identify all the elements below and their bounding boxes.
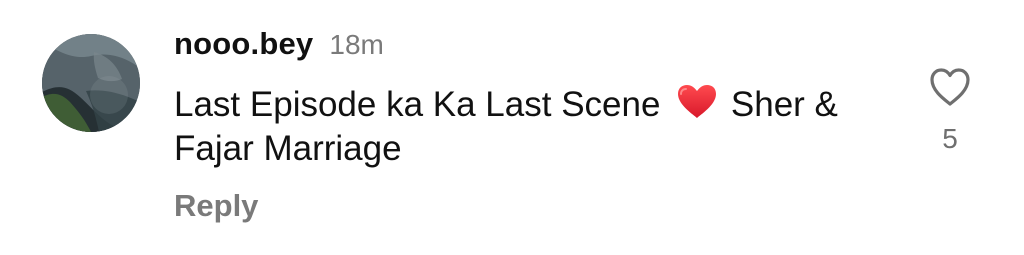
username[interactable]: nooo.bey bbox=[174, 26, 313, 62]
comment-timestamp: 18m bbox=[329, 29, 384, 60]
comment-text-before-emoji: Last Episode ka Ka Last Scene bbox=[174, 85, 661, 124]
like-count: 5 bbox=[942, 123, 958, 154]
like-button[interactable] bbox=[928, 67, 972, 107]
user-avatar[interactable] bbox=[42, 34, 140, 132]
heart-outline-icon bbox=[930, 68, 970, 106]
comment-text: Last Episode ka Ka Last Scene Sher & Faj… bbox=[174, 83, 874, 171]
avatar-image bbox=[42, 34, 140, 132]
reply-button[interactable]: Reply bbox=[174, 188, 258, 224]
like-section: 5 bbox=[928, 67, 972, 155]
comment-content: nooo.bey 18m Last Episode ka Ka Last Sce… bbox=[174, 26, 874, 224]
comment-meta: nooo.bey 18m bbox=[174, 26, 874, 72]
red-heart-emoji bbox=[676, 84, 718, 120]
comment-item: nooo.bey 18m Last Episode ka Ka Last Sce… bbox=[0, 0, 1024, 255]
